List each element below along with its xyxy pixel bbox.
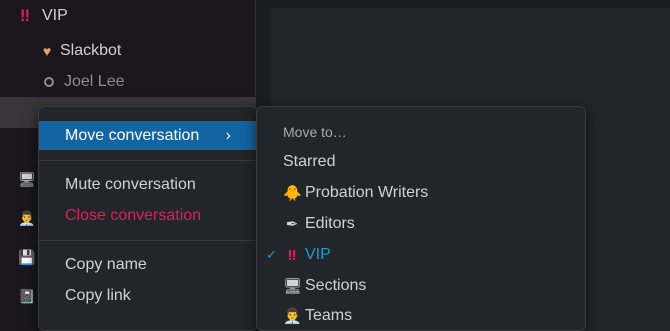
heart-icon: ♥ (42, 42, 52, 59)
move-to-starred[interactable]: Starred (257, 147, 585, 177)
sidebar-section-vip[interactable]: ‼ VIP (16, 0, 272, 31)
sidebar-section-label: VIP (42, 6, 68, 24)
submenu-item-label: Probation Writers (305, 184, 429, 201)
copy-name-label: Copy name (65, 255, 147, 273)
double-exclamation-icon: ‼ (19, 5, 31, 25)
chick-icon: 🐥 (283, 185, 302, 202)
sidebar-item-label: Slackbot (60, 41, 122, 59)
person-in-suit-icon: 👨‍💼 (283, 308, 302, 325)
close-conversation-item[interactable]: Close conversation (39, 201, 257, 230)
move-conversation-label: Move conversation (65, 126, 200, 144)
move-to-sections[interactable]: 🖥 Sections (257, 271, 585, 301)
move-to-probation-writers[interactable]: 🐥 Probation Writers (257, 178, 585, 208)
copy-name-item[interactable]: Copy name (39, 250, 257, 279)
check-icon: ✓ (266, 247, 277, 262)
sidebar-item-label: Joel Lee (64, 72, 125, 90)
double-exclamation-icon: ‼ (287, 246, 297, 264)
submenu-item-label: Sections (305, 277, 367, 294)
close-conversation-label: Close conversation (65, 206, 202, 224)
context-menu: Move conversation › Mute conversation Cl… (38, 106, 258, 331)
submenu-header: Move to… (283, 124, 347, 140)
copy-link-item[interactable]: Copy link (39, 281, 257, 310)
submenu-item-label: Starred (283, 153, 336, 170)
copy-link-label: Copy link (65, 286, 131, 304)
chevron-right-icon: › (225, 126, 231, 144)
floppy-disk-icon: 💾 (18, 248, 36, 265)
move-to-submenu: Move to… Starred 🐥 Probation Writers ✒ E… (256, 106, 586, 331)
submenu-item-label: VIP (305, 246, 331, 263)
pen-icon: ✒ (285, 216, 299, 233)
submenu-item-label: Editors (305, 215, 355, 232)
move-to-teams[interactable]: 👨‍💼 Teams (257, 301, 585, 331)
computer-icon: 🖥 (18, 170, 36, 187)
move-to-editors[interactable]: ✒ Editors (257, 209, 585, 239)
notebook-icon: 📓 (18, 287, 36, 304)
computer-icon: 🖥 (283, 278, 303, 295)
submenu-item-label: Teams (305, 307, 353, 324)
menu-divider (39, 160, 257, 161)
mute-conversation-item[interactable]: Mute conversation (39, 170, 257, 199)
mute-conversation-label: Mute conversation (65, 175, 196, 193)
menu-divider (39, 240, 257, 241)
presence-away-icon (44, 76, 54, 87)
sidebar-item-joel-lee[interactable]: Joel Lee (40, 66, 296, 97)
move-to-vip[interactable]: ✓ ‼ VIP (257, 240, 585, 270)
move-conversation-item[interactable]: Move conversation › (39, 121, 257, 150)
sidebar-item-slackbot[interactable]: ♥ Slackbot (40, 35, 296, 66)
person-in-suit-icon: 👨‍💼 (18, 209, 36, 226)
